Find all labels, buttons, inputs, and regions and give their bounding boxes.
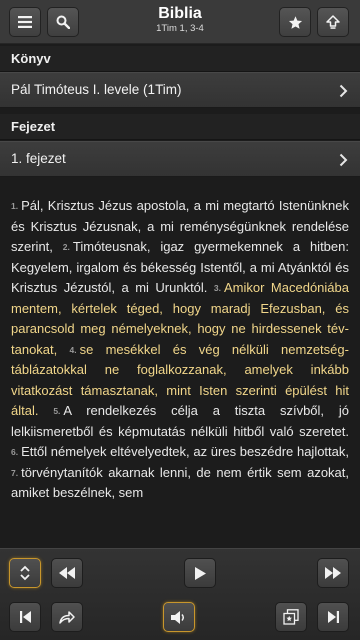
star-icon [288,15,302,29]
search-button[interactable] [47,7,79,37]
upload-button[interactable] [317,7,349,37]
play-icon [194,566,206,580]
title-block: Biblia 1Tim 1, 3-4 [90,5,270,35]
book-select[interactable]: Pál Timóteus I. levele (1Tim) [0,72,360,108]
play-button[interactable] [184,558,216,588]
upload-icon [326,14,340,29]
skip-forward-button[interactable] [317,602,349,632]
chapter-select[interactable]: 1. fejezet [0,141,360,177]
chevron-right-icon [339,84,348,98]
fast-forward-icon [325,567,341,579]
menu-icon [18,16,32,28]
book-select-value: Pál Timóteus I. levele (1Tim) [11,82,182,97]
verse-text[interactable]: törvénytanítók akarnak lenni, de nem ért… [11,465,349,501]
bookmarks-button[interactable] [275,602,307,632]
verse-number: 2. [62,242,70,252]
share-icon [59,610,75,624]
top-bar: Biblia 1Tim 1, 3-4 [0,0,360,44]
verse-text[interactable]: Ettől némelyek eltévelyedtek, az üres be… [21,444,349,459]
book-section-label: Könyv [0,46,360,72]
verse-number: 5. [53,406,61,416]
skip-forward-icon [327,611,339,623]
verse-number: 3. [213,283,221,293]
chapter-section-label: Fejezet [0,114,360,140]
expand-collapse-icon [20,565,30,581]
verse-text[interactable]: A rendelkezés célja a tiszta szívből, jó… [11,403,349,439]
bottom-toolbar [0,548,360,640]
rewind-button[interactable] [51,558,83,588]
verse-number: 1. [11,201,19,211]
menu-button[interactable] [9,7,41,37]
verse-number: 6. [11,447,19,457]
share-button[interactable] [51,602,83,632]
volume-button[interactable] [163,602,195,632]
chapter-select-value: 1. fejezet [11,151,66,166]
skip-back-icon [19,611,31,623]
rewind-icon [59,567,75,579]
bookmarks-icon [283,609,299,625]
chevron-right-icon [339,153,348,167]
search-icon [56,15,70,29]
expand-collapse-button[interactable] [9,558,41,588]
passage-reference: 1Tim 1, 3-4 [156,23,204,34]
volume-icon [171,610,184,624]
page-title: Biblia [158,5,202,22]
passage-text[interactable]: 1. Pál, Krisztus Jézus apostola, a mi meg… [0,183,360,548]
skip-back-button[interactable] [9,602,41,632]
favorite-button[interactable] [279,7,311,37]
verse-number: 7. [11,467,19,478]
verse-number: 4. [69,344,77,355]
fast-forward-button[interactable] [317,558,349,588]
